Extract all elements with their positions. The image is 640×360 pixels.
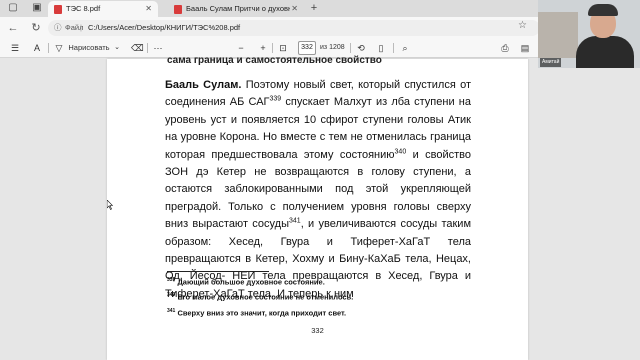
workspaces-icon[interactable]: ▢ [7,2,19,14]
webcam-name-tag: Амитай [540,58,562,67]
eraser-icon[interactable]: ⌫ [131,41,144,55]
page-number-input[interactable]: 332 [298,41,316,55]
contents-icon[interactable]: ☰ [10,41,20,55]
refresh-icon[interactable]: ↻ [29,21,43,35]
footnote-340: 340 Его малое духовное состояние не отме… [167,292,353,302]
close-tab-icon[interactable]: ✕ [145,1,152,17]
tab-title: ТЭС 8.pdf [66,4,101,13]
pdf-page: сама граница и самостоятельное свойство … [107,55,528,360]
zoom-in-icon[interactable]: + [258,41,268,55]
draw-dropdown-icon[interactable]: ⌄ [113,41,121,55]
address-bar[interactable]: ⓘ Файл | C:/Users/Acer/Desktop/КНИГИ/ТЭС… [48,20,540,36]
footnote-text: Его малое духовное состояние не отменило… [177,292,354,302]
footnote-divider [167,271,269,272]
fit-page-icon[interactable]: ⊡ [278,41,288,55]
pdf-viewer[interactable]: сама граница и самостоятельное свойство … [0,55,640,360]
mouse-cursor-icon [107,200,113,210]
divider [393,43,394,53]
print-icon[interactable]: ⎙ [500,41,510,55]
presenter-cap [588,4,618,16]
search-icon[interactable]: ⌕ [400,41,410,55]
tab-title: Бааль Сулам Притчи о духовном [186,4,290,13]
tab-baal-sulam[interactable]: Бааль Сулам Притчи о духовном ✕ [168,1,304,17]
divider [48,43,49,53]
page-number: 332 [311,326,324,335]
close-tab-icon[interactable]: ✕ [291,1,298,17]
presenter-body [576,36,634,68]
separator: | [80,23,82,32]
tab-actions-icon[interactable]: ▣ [31,2,43,14]
divider [272,43,273,53]
new-tab-button[interactable]: + [307,1,321,15]
highlight-icon[interactable]: ▽ [54,41,64,55]
footnote-number: 341 [167,308,176,314]
footnote-text: Дающий большое духовное состояние. [177,277,325,287]
footnote-339: 339 Дающий большое духовное состояние. [167,277,325,287]
footnote-ref[interactable]: 340 [395,148,407,155]
footnote-text: Сверху вниз это значит, когда приходит с… [177,308,347,318]
pdf-icon [54,5,62,14]
footnote-ref[interactable]: 341 [289,218,301,225]
divider [147,43,148,53]
page-total-label: из 1208 [320,44,345,51]
main-paragraph: Бааль Сулам. Поэтому новый свет, который… [165,77,471,303]
divider [350,43,351,53]
webcam-shelf [538,12,578,58]
pdf-icon [174,5,182,14]
zoom-out-icon[interactable]: − [236,41,246,55]
favorite-star-icon[interactable]: ☆ [518,20,527,31]
footnote-number: 339 [167,277,176,283]
url-path: C:/Users/Acer/Desktop/КНИГИ/ТЭС%208.pdf [88,23,241,32]
webcam-overlay: Амитай [538,0,640,68]
footnote-number: 340 [167,292,176,298]
footnote-341: 341 Сверху вниз это значит, когда приход… [167,308,346,318]
draw-button[interactable]: Нарисовать [66,41,112,55]
rotate-icon[interactable]: ⟲ [356,41,366,55]
previous-line-partial: сама граница и самостоятельное свойство [167,55,382,66]
read-aloud-icon[interactable]: A [32,41,42,55]
paragraph-text: , и увеличиваются сосуды таким образом: … [165,218,472,300]
paragraph-lead: Бааль Сулам. [165,79,242,91]
page-view-icon[interactable]: ▯ [376,41,386,55]
footnote-ref[interactable]: 339 [270,96,282,103]
tab-tes-8[interactable]: ТЭС 8.pdf ✕ [48,1,158,17]
back-arrow-icon[interactable]: ← [6,21,20,35]
info-icon: ⓘ [54,23,62,32]
more-tools-icon[interactable]: ⋯ [153,41,163,55]
save-icon[interactable]: ▤ [520,41,530,55]
